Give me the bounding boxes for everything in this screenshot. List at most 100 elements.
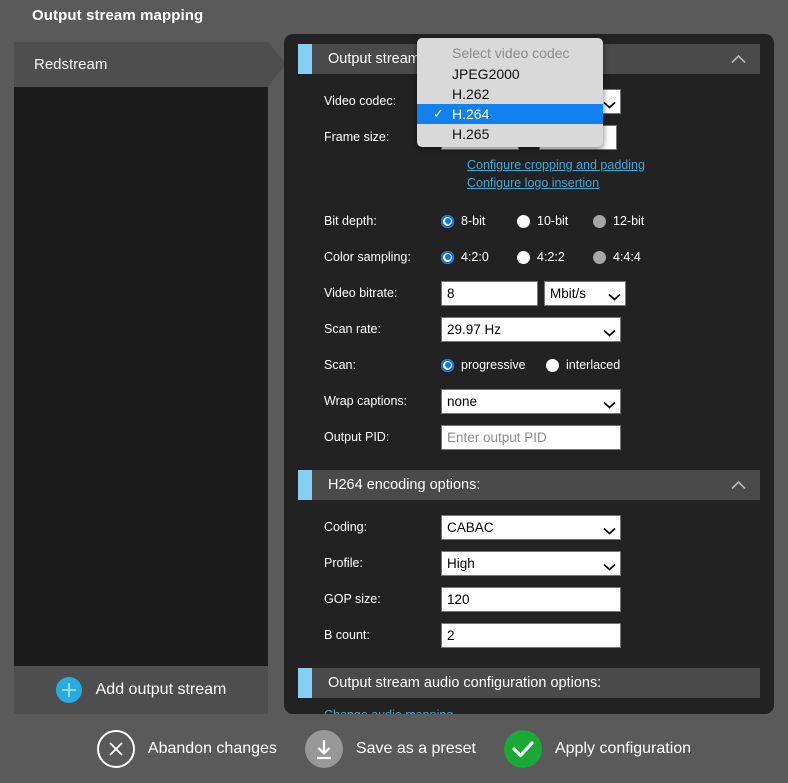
chevron-down-icon <box>603 325 616 333</box>
b-count-label: B count: <box>324 628 441 642</box>
radio-icon <box>517 251 530 264</box>
output-pid-row: Output PID: <box>324 422 760 452</box>
save-as-preset-button[interactable]: Save as a preset <box>305 730 476 768</box>
scan-option-interlaced[interactable]: interlaced <box>546 358 636 372</box>
bit-depth-label: Bit depth: <box>324 214 441 228</box>
configure-logo-link[interactable]: Configure logo insertion <box>467 174 760 192</box>
check-circle-icon <box>504 730 542 768</box>
scan-label: Scan: <box>324 358 441 372</box>
configure-cropping-link[interactable]: Configure cropping and padding <box>467 156 760 174</box>
abandon-changes-label: Abandon changes <box>148 740 277 758</box>
dropdown-option-h262[interactable]: H.262 <box>417 84 603 104</box>
chevron-down-icon <box>603 523 616 531</box>
scan-row: Scan: progressive interlaced <box>324 350 760 380</box>
bit-depth-option-8bit[interactable]: 8-bit <box>441 214 517 228</box>
audio-section-title: Output stream audio configuration option… <box>312 675 601 691</box>
scan-option-progressive[interactable]: progressive <box>441 358 546 372</box>
bit-depth-option-12bit: 12-bit <box>593 214 669 228</box>
bit-depth-option-label: 8-bit <box>461 214 485 228</box>
chevron-up-icon[interactable] <box>731 55 746 64</box>
sidebar-item-label: Redstream <box>34 56 107 73</box>
radio-icon <box>517 215 530 228</box>
chevron-down-icon <box>608 289 621 297</box>
color-sampling-option-label: 4:4:4 <box>613 250 641 264</box>
abandon-changes-button[interactable]: Abandon changes <box>97 730 277 768</box>
section-spacer <box>298 656 760 668</box>
bit-depth-row: Bit depth: 8-bit 10-bit 12-bit <box>324 206 760 236</box>
video-bitrate-label: Video bitrate: <box>324 286 441 300</box>
video-codec-dropdown-menu[interactable]: Select video codec JPEG2000 H.262 ✓ H.26… <box>417 38 603 147</box>
scan-rate-select[interactable]: 29.97 Hz <box>441 317 621 342</box>
section-accent-bar <box>298 668 312 698</box>
sidebar-empty-area <box>14 87 268 666</box>
dropdown-option-label: H.262 <box>452 86 489 102</box>
change-audio-mapping-link[interactable]: Change audio mapping <box>324 706 760 714</box>
output-stream-list-sidebar: Redstream Add output stream <box>14 42 268 714</box>
profile-value: High <box>447 556 475 571</box>
coding-select[interactable]: CABAC <box>441 515 621 540</box>
color-sampling-option-label: 4:2:0 <box>461 250 489 264</box>
video-bitrate-input[interactable] <box>441 281 538 306</box>
bit-depth-option-label: 12-bit <box>613 214 644 228</box>
section-accent-bar <box>298 44 312 74</box>
h264-section-header[interactable]: H264 encoding options: <box>298 470 760 500</box>
audio-section-header[interactable]: Output stream audio configuration option… <box>298 668 760 698</box>
chevron-down-icon <box>603 397 616 405</box>
profile-select[interactable]: High <box>441 551 621 576</box>
radio-icon <box>593 215 606 228</box>
plus-icon <box>56 677 82 703</box>
page-title: Output stream mapping <box>32 7 203 24</box>
color-sampling-label: Color sampling: <box>324 250 441 264</box>
chevron-up-icon[interactable] <box>731 481 746 490</box>
dropdown-option-label: H.264 <box>452 106 489 122</box>
b-count-input[interactable] <box>441 623 621 648</box>
dropdown-option-jpeg2000[interactable]: JPEG2000 <box>417 64 603 84</box>
radio-icon <box>441 359 454 372</box>
gop-size-label: GOP size: <box>324 592 441 606</box>
dropdown-option-h264[interactable]: ✓ H.264 <box>417 104 603 124</box>
color-sampling-option-422[interactable]: 4:2:2 <box>517 250 593 264</box>
video-bitrate-row: Video bitrate: Mbit/s <box>324 278 760 308</box>
apply-configuration-label: Apply configuration <box>555 740 691 758</box>
wrap-captions-select[interactable]: none <box>441 389 621 414</box>
coding-label: Coding: <box>324 520 441 534</box>
scan-option-label: interlaced <box>566 358 620 372</box>
dropdown-option-h265[interactable]: H.265 <box>417 124 603 144</box>
dropdown-option-label: H.265 <box>452 126 489 142</box>
scan-option-label: progressive <box>461 358 526 372</box>
action-bar: Abandon changes Save as a preset Apply c… <box>0 714 788 783</box>
profile-label: Profile: <box>324 556 441 570</box>
radio-icon <box>546 359 559 372</box>
wrap-captions-label: Wrap captions: <box>324 394 441 408</box>
chevron-down-icon <box>603 559 616 567</box>
dropdown-option-label: JPEG2000 <box>452 66 520 82</box>
wrap-captions-value: none <box>447 394 477 409</box>
section-spacer <box>298 458 760 470</box>
close-circle-icon <box>97 730 135 768</box>
audio-section-body: Change audio mapping No audio stream is … <box>298 698 760 714</box>
add-output-stream-label: Add output stream <box>96 681 227 699</box>
h264-section-title: H264 encoding options: <box>312 477 480 493</box>
color-sampling-row: Color sampling: 4:2:0 4:2:2 4:4:4 <box>324 242 760 272</box>
gop-size-input[interactable] <box>441 587 621 612</box>
add-output-stream-button[interactable]: Add output stream <box>14 666 268 714</box>
bit-depth-option-label: 10-bit <box>537 214 568 228</box>
output-pid-label: Output PID: <box>324 430 441 444</box>
sidebar-item-redstream[interactable]: Redstream <box>14 42 268 87</box>
color-sampling-option-label: 4:2:2 <box>537 250 565 264</box>
download-icon <box>305 730 343 768</box>
color-sampling-option-420[interactable]: 4:2:0 <box>441 250 517 264</box>
b-count-row: B count: <box>324 620 760 650</box>
color-sampling-option-444: 4:4:4 <box>593 250 669 264</box>
radio-icon <box>441 251 454 264</box>
video-bitrate-unit-select[interactable]: Mbit/s <box>544 281 626 306</box>
coding-value: CABAC <box>447 520 494 535</box>
radio-icon <box>441 215 454 228</box>
output-pid-input[interactable] <box>441 425 621 450</box>
scan-rate-value: 29.97 Hz <box>447 322 501 337</box>
bit-depth-option-10bit[interactable]: 10-bit <box>517 214 593 228</box>
coding-row: Coding: CABAC <box>324 512 760 542</box>
wrap-captions-row: Wrap captions: none <box>324 386 760 416</box>
radio-icon <box>593 251 606 264</box>
apply-configuration-button[interactable]: Apply configuration <box>504 730 691 768</box>
